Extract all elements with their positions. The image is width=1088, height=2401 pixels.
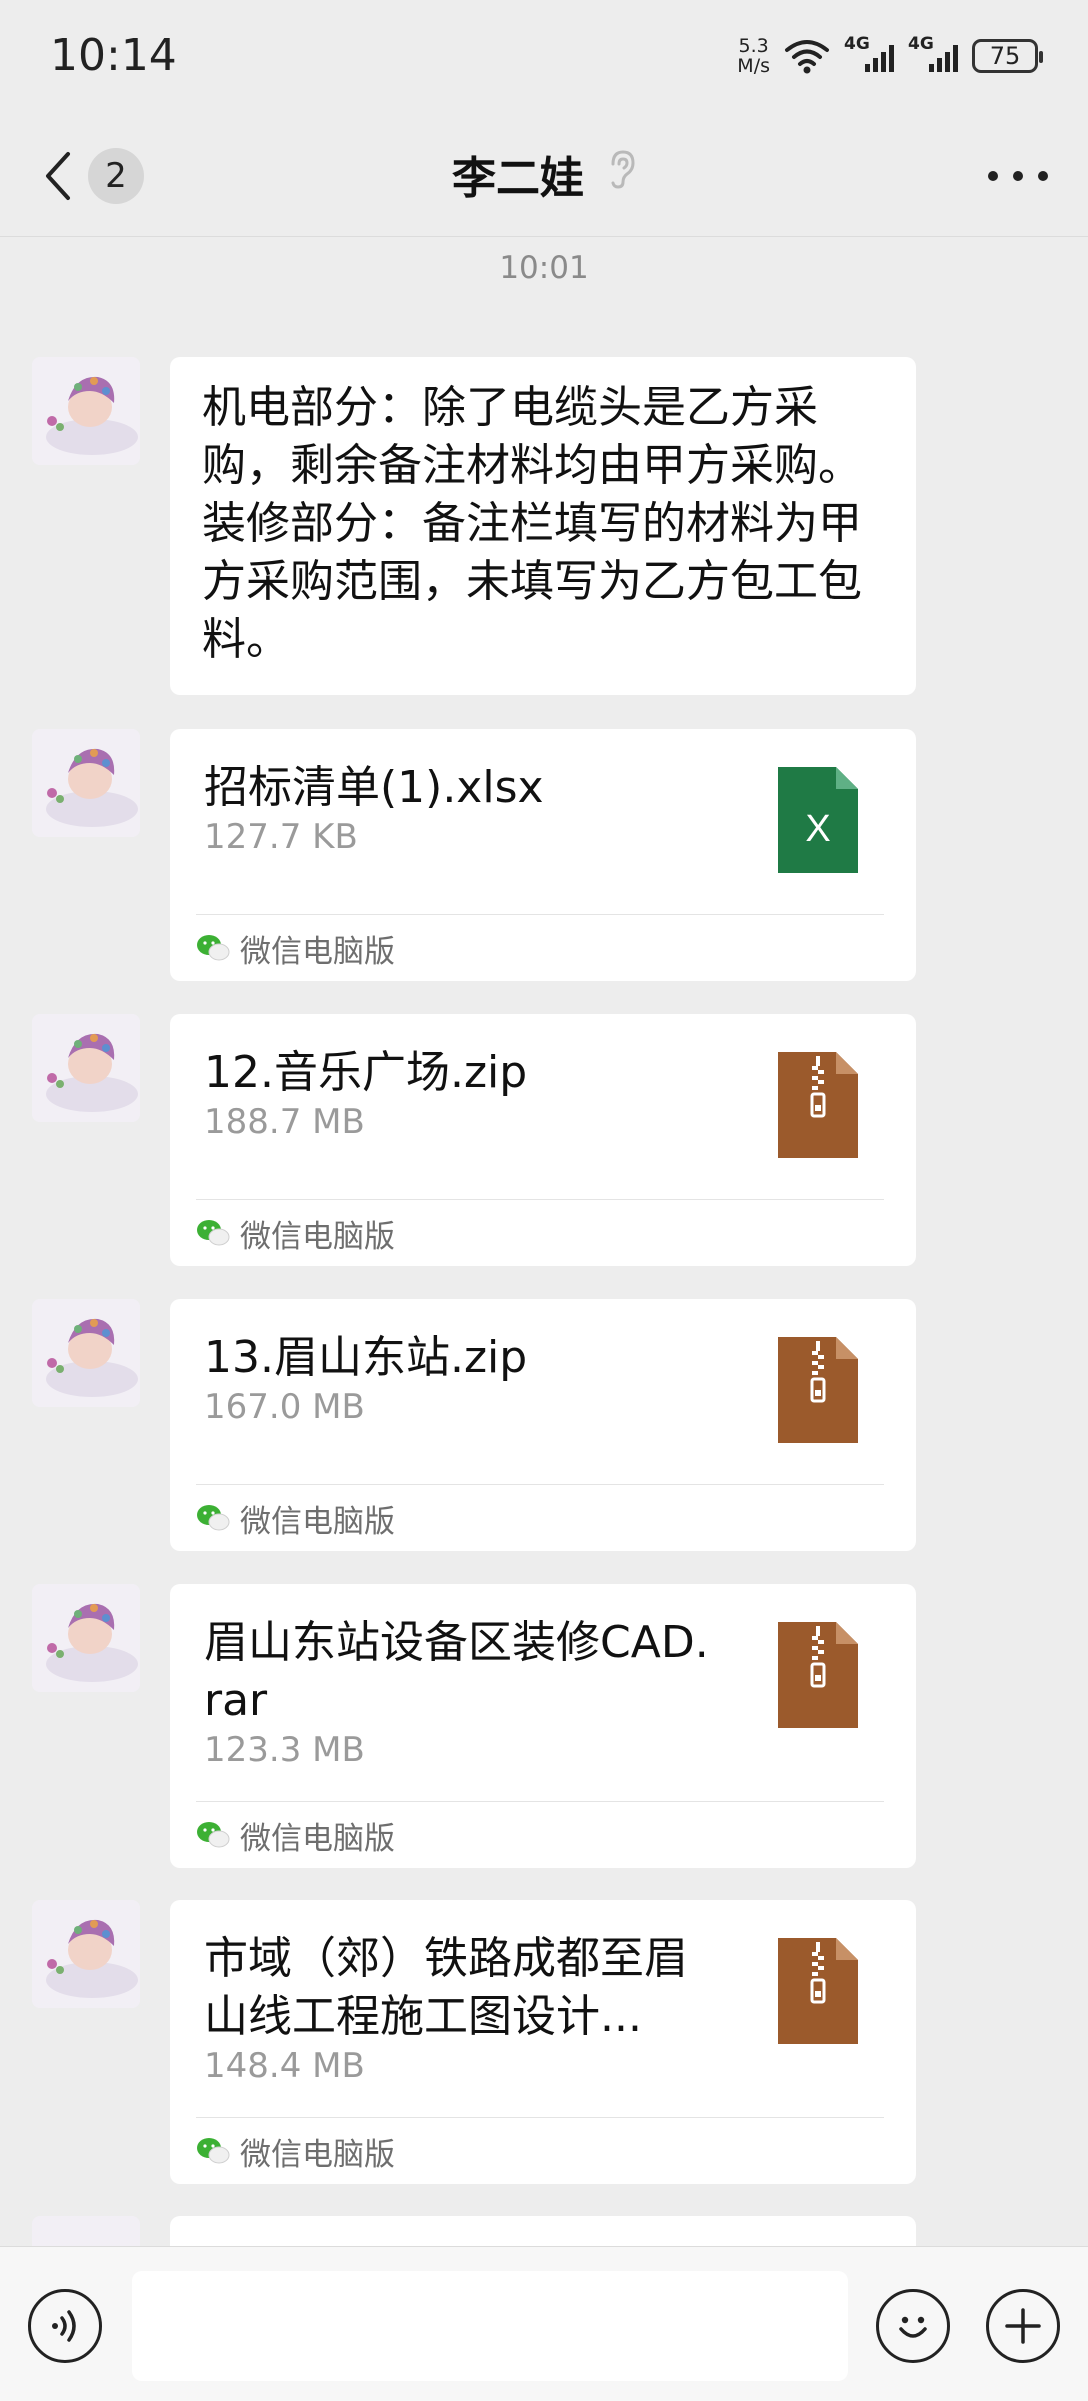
file-name: 招标清单(1).xlsx [204,762,544,813]
zip-file-icon [778,1337,858,1443]
emoji-button[interactable] [876,2289,950,2363]
avatar[interactable] [32,1014,140,1122]
file-source-label: 微信电脑版 [240,1218,395,1255]
voice-icon [52,2310,76,2342]
file-source-footer: 微信电脑版 [196,914,884,981]
baby-avatar-icon [32,1900,140,2008]
chat-title-area: 李二娃 [0,142,1088,206]
file-name: 市域（郊）铁路成都至眉山线工程施工图设计... [204,1933,688,2042]
wechat-icon [196,1218,230,1248]
network-speed: 5.3 M/s [737,36,770,76]
ear-icon [606,148,636,201]
baby-avatar-icon [32,357,140,465]
zip-file-icon [778,1052,858,1158]
more-options-button[interactable] [988,164,1048,188]
avatar[interactable] [32,729,140,837]
file-source-footer: 微信电脑版 [196,2117,884,2184]
excel-file-icon: X [778,767,858,873]
file-size: 148.4 MB [204,2046,365,2086]
file-message-bubble[interactable]: 市域（郊）铁路成都至眉山线工程施工图设计... 148.4 MB 微信电脑版 [170,1900,916,2184]
file-size: 167.0 MB [204,1387,365,1427]
file-message-bubble[interactable]: 13.眉山东站.zip 167.0 MB 微信电脑版 [170,1299,916,1551]
avatar[interactable] [32,1900,140,2008]
file-message-bubble[interactable] [170,2216,916,2246]
baby-avatar-icon [32,1584,140,1692]
status-bar: 10:14 5.3 M/s 4G 4G 75 [0,0,1088,112]
file-message-bubble[interactable]: 招标清单(1).xlsx 127.7 KB X 微信电脑版 [170,729,916,981]
wechat-icon [196,933,230,963]
wechat-icon [196,1820,230,1850]
more-dot [1013,171,1023,181]
file-source-label: 微信电脑版 [240,1820,395,1857]
more-dot [988,171,998,181]
wifi-icon [785,40,829,74]
file-size: 188.7 MB [204,1102,365,1142]
status-icons: 5.3 M/s 4G 4G 75 [737,32,1043,80]
avatar[interactable] [32,357,140,465]
avatar[interactable] [32,1299,140,1407]
text-message-bubble[interactable]: 机电部分：除了电缆头是乙方采购，剩余备注材料均由甲方采购。 装修部分：备注栏填写… [170,357,916,695]
excel-icon-letter: X [805,808,830,850]
status-time: 10:14 [50,30,177,81]
more-dot [1038,171,1048,181]
file-name: 13.眉山东站.zip [204,1332,528,1383]
baby-avatar-icon [32,1014,140,1122]
file-name: 眉山东站设备区装修CAD.rar [204,1617,709,1726]
baby-avatar-icon [32,729,140,837]
message-input[interactable] [132,2271,848,2381]
chat-header: 2 李二娃 [0,112,1088,237]
file-source-label: 微信电脑版 [240,933,395,970]
avatar[interactable] [32,1584,140,1692]
file-size: 127.7 KB [204,817,358,857]
baby-avatar-icon [32,1299,140,1407]
signal-bars-icon [929,45,958,72]
chat-title: 李二娃 [452,153,584,204]
message-text-line: 机电部分：除了电缆头是乙方采购，剩余备注材料均由甲方采购。 [202,382,862,491]
plus-icon [1005,2308,1041,2344]
network-speed-value: 5.3 [738,35,769,57]
file-source-label: 微信电脑版 [240,1503,395,1540]
wechat-icon [196,2136,230,2166]
file-size: 123.3 MB [204,1730,365,1770]
file-source-label: 微信电脑版 [240,2136,395,2173]
file-source-footer: 微信电脑版 [196,1484,884,1551]
zip-file-icon [778,1938,858,2044]
file-message-bubble[interactable]: 12.音乐广场.zip 188.7 MB 微信电脑版 [170,1014,916,1266]
message-text-line: 装修部分：备注栏填写的材料为甲方采购范围，未填写为乙方包工包料。 [202,498,862,665]
message-timestamp: 10:01 [499,250,589,286]
message-input-bar [0,2246,1088,2401]
file-message-bubble[interactable]: 眉山东站设备区装修CAD.rar 123.3 MB 微信电脑版 [170,1584,916,1868]
rar-file-icon [778,1622,858,1728]
file-source-footer: 微信电脑版 [196,1199,884,1266]
cellular-signal-2: 4G [908,34,958,76]
signal-bars-icon [865,45,894,72]
cellular-signal-1: 4G [844,34,894,76]
file-name: 12.音乐广场.zip [204,1047,528,1098]
chat-message-partial [32,2216,1062,2246]
wechat-icon [196,1503,230,1533]
plus-button[interactable] [986,2289,1060,2363]
avatar[interactable] [32,2216,140,2246]
voice-button[interactable] [28,2289,102,2363]
file-source-footer: 微信电脑版 [196,1801,884,1868]
network-speed-unit: M/s [737,55,770,77]
battery-level: 75 [989,42,1021,70]
battery-icon: 75 [972,39,1043,73]
emoji-icon [899,2316,927,2338]
